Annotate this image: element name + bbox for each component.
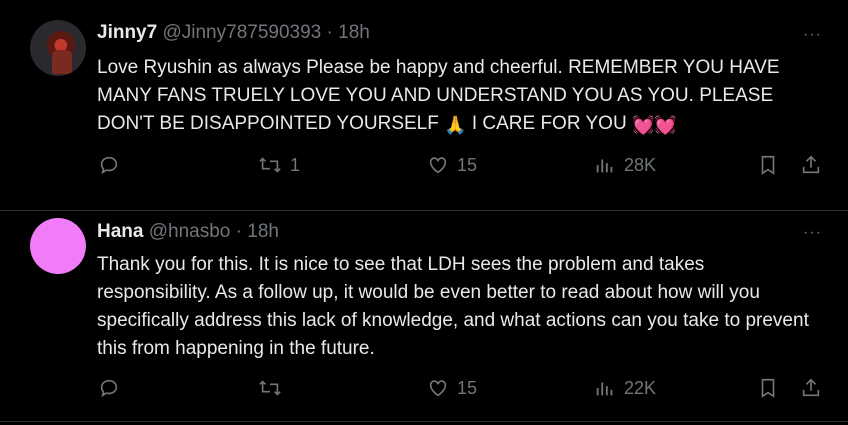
share-icon	[800, 154, 822, 176]
avatar[interactable]	[30, 20, 86, 76]
bookmark-button[interactable]	[757, 154, 779, 176]
heart-icon	[427, 154, 449, 176]
separator: ·	[326, 22, 333, 43]
tweet-text: Love Ryushin as always Please be happy a…	[97, 54, 817, 139]
reply-icon	[98, 377, 120, 399]
display-name[interactable]: Jinny7	[97, 22, 157, 43]
analytics-icon	[594, 154, 616, 176]
retweet-count: 1	[290, 154, 301, 175]
user-handle[interactable]: @Jinny787590393	[162, 22, 321, 43]
analytics-icon	[594, 377, 616, 399]
reply-button[interactable]	[98, 377, 128, 399]
separator: ·	[235, 221, 242, 242]
retweet-button[interactable]	[258, 377, 290, 399]
avatar[interactable]	[30, 218, 86, 274]
like-count: 15	[457, 154, 478, 175]
action-bar: 15 22K	[0, 377, 848, 407]
views-button[interactable]: 28K	[594, 154, 656, 176]
tweet[interactable]: Hana @hnasbo · 18h ··· Thank you for thi…	[0, 211, 848, 422]
tweet-header: Hana @hnasbo · 18h	[97, 220, 279, 244]
tweet-text: Thank you for this. It is nice to see th…	[97, 254, 809, 359]
reply-button[interactable]	[98, 154, 128, 176]
reply-icon	[98, 154, 120, 176]
share-button[interactable]	[800, 154, 822, 176]
share-icon	[800, 377, 822, 399]
display-name[interactable]: Hana	[97, 221, 143, 242]
heart-icon	[427, 377, 449, 399]
retweet-icon	[258, 377, 282, 399]
retweet-icon	[258, 154, 282, 176]
like-button[interactable]: 15	[427, 377, 477, 399]
bookmark-icon	[757, 377, 779, 399]
more-options-icon[interactable]: ···	[803, 26, 822, 44]
tweet-header: Jinny7 @Jinny787590393 · 18h	[97, 21, 370, 45]
share-button[interactable]	[800, 377, 822, 399]
retweet-button[interactable]: 1	[258, 154, 300, 176]
hearts-emoji: 💓💓	[631, 115, 677, 135]
action-bar: 1 15 28K	[0, 154, 848, 184]
timestamp[interactable]: 18h	[338, 22, 370, 43]
timestamp[interactable]: 18h	[247, 221, 279, 242]
bookmark-icon	[757, 154, 779, 176]
like-button[interactable]: 15	[427, 154, 477, 176]
like-count: 15	[457, 377, 478, 398]
views-count: 28K	[624, 154, 657, 175]
more-options-icon[interactable]: ···	[803, 224, 822, 242]
tweet[interactable]: Jinny7 @Jinny787590393 · 18h ··· Love Ry…	[0, 0, 848, 211]
tweet-text-tail: I CARE FOR YOU	[471, 113, 627, 134]
user-handle[interactable]: @hnasbo	[149, 221, 231, 242]
bookmark-button[interactable]	[757, 377, 779, 399]
views-button[interactable]: 22K	[594, 377, 656, 399]
pray-emoji: 🙏	[444, 115, 467, 135]
views-count: 22K	[624, 377, 657, 398]
tweet-text-main: Love Ryushin as always Please be happy a…	[97, 57, 780, 134]
